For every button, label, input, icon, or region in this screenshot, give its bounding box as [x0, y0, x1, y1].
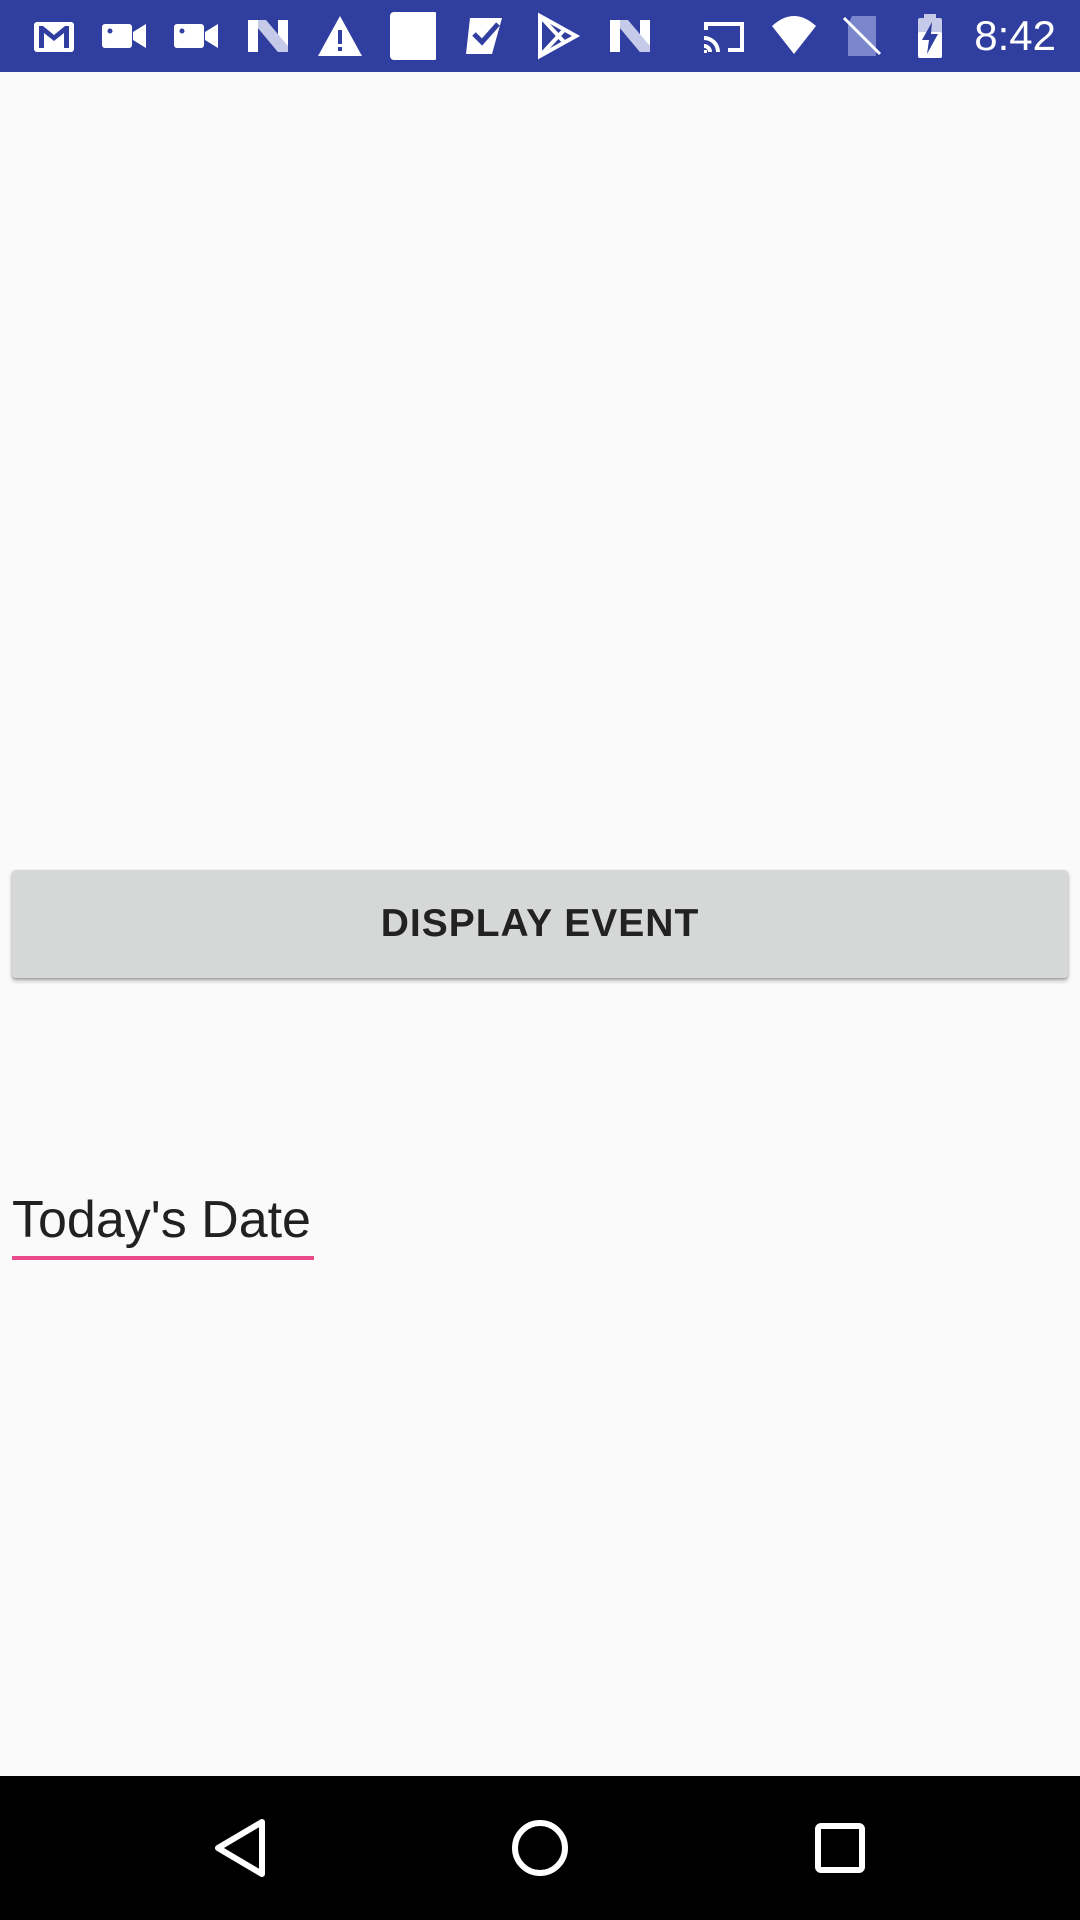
gmail-icon	[30, 12, 78, 60]
checkmark-icon	[462, 12, 510, 60]
blank-square-icon	[388, 12, 436, 60]
cast-icon	[700, 12, 748, 60]
play-store-icon	[534, 12, 582, 60]
back-icon[interactable]	[204, 1812, 276, 1884]
video-camera-icon	[100, 12, 148, 60]
warning-icon	[316, 12, 364, 60]
no-sim-icon	[838, 12, 886, 60]
display-event-button[interactable]: DISPLAY EVENT	[12, 870, 1068, 978]
home-icon[interactable]	[504, 1812, 576, 1884]
n-app-icon	[244, 12, 292, 60]
status-clock: 8:42	[974, 12, 1056, 59]
n-app-icon	[606, 12, 654, 60]
main-content: DISPLAY EVENT Today's Date	[0, 72, 1080, 1776]
battery-charging-icon	[906, 12, 954, 60]
status-bar: 8:42	[0, 0, 1080, 72]
recents-icon[interactable]	[804, 1812, 876, 1884]
video-camera-icon	[172, 12, 220, 60]
date-field-text: Today's Date	[12, 1191, 311, 1249]
navigation-bar	[0, 1776, 1080, 1920]
date-field[interactable]: Today's Date	[12, 1180, 314, 1260]
wifi-icon	[770, 12, 818, 60]
